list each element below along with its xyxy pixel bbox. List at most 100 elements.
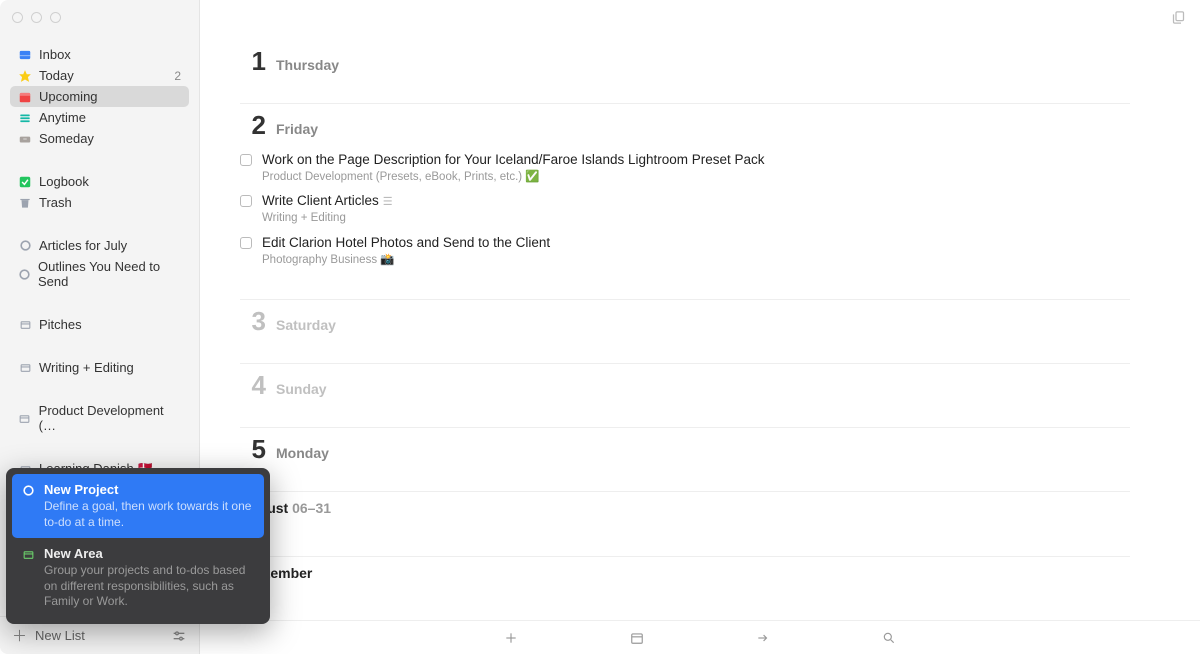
task-body: Work on the Page Description for Your Ic… xyxy=(262,151,765,184)
circle-icon xyxy=(22,484,36,530)
popup-item-desc: Define a goal, then work towards it one … xyxy=(44,499,254,530)
calendar-icon[interactable] xyxy=(629,630,645,646)
sidebar-item-today[interactable]: Today 2 xyxy=(10,65,189,86)
sidebar-item-writing-editing[interactable]: Writing + Editing xyxy=(10,357,189,378)
month-row[interactable]: September xyxy=(240,556,1130,581)
new-todo-icon[interactable] xyxy=(503,630,519,646)
zoom-dot[interactable] xyxy=(50,12,61,23)
task-row[interactable]: Work on the Page Description for Your Ic… xyxy=(240,149,1130,190)
sidebar-item-pitches[interactable]: Pitches xyxy=(10,314,189,335)
sidebar-item-trash[interactable]: Trash xyxy=(10,192,189,213)
day-row: 5 Monday xyxy=(240,427,1130,465)
day-row: 2 Friday xyxy=(240,103,1130,141)
sidebar-item-logbook[interactable]: Logbook xyxy=(10,171,189,192)
sidebar-smart-lists: Inbox Today 2 Upcoming Anytime Someday xyxy=(0,40,199,153)
popup-item-title: New Project xyxy=(44,482,254,497)
move-icon[interactable] xyxy=(755,630,771,646)
sidebar-item-label: Articles for July xyxy=(39,238,127,253)
stack-icon xyxy=(18,111,32,125)
task-checkbox[interactable] xyxy=(240,237,252,249)
sidebar-logbook-trash: Logbook Trash xyxy=(0,167,199,217)
search-icon[interactable] xyxy=(881,630,897,646)
sidebar-item-label: Inbox xyxy=(39,47,71,62)
check-icon xyxy=(18,175,32,189)
day-row: 3 Saturday xyxy=(240,299,1130,337)
day-number: 1 xyxy=(240,46,266,77)
task-checkbox[interactable] xyxy=(240,195,252,207)
sidebar-item-someday[interactable]: Someday xyxy=(10,128,189,149)
upcoming-content: 1 Thursday 2 Friday Work on the Page Descrip… xyxy=(200,0,1200,620)
task-title: Write Client Articles☰ xyxy=(262,192,393,210)
popup-item-desc: Group your projects and to-dos based on … xyxy=(44,563,254,610)
sidebar-item-label: Trash xyxy=(39,195,72,210)
new-list-button[interactable]: ＋ New List xyxy=(12,625,85,646)
sidebar-item-label: Outlines You Need to Send xyxy=(38,259,181,289)
task-checkbox[interactable] xyxy=(240,154,252,166)
task-body: Write Client Articles☰Writing + Editing xyxy=(262,192,393,225)
sidebar-item-label: Pitches xyxy=(39,317,82,332)
new-list-popup: New Project Define a goal, then work towa… xyxy=(6,468,270,624)
window-controls[interactable] xyxy=(12,12,61,23)
task-project: Product Development (Presets, eBook, Pri… xyxy=(262,170,765,185)
share-icon[interactable] xyxy=(1171,10,1186,25)
month-row[interactable]: August 06–31 xyxy=(240,491,1130,516)
day-name: Friday xyxy=(276,121,318,137)
box-icon xyxy=(18,411,32,425)
box-icon xyxy=(18,318,32,332)
drawer-icon xyxy=(18,132,32,146)
task-list: Work on the Page Description for Your Ic… xyxy=(240,149,1130,273)
sidebar-item-upcoming[interactable]: Upcoming xyxy=(10,86,189,107)
task-project: Writing + Editing xyxy=(262,211,393,226)
sidebar-item-articles-for-july[interactable]: Articles for July xyxy=(10,235,189,256)
day-number: 5 xyxy=(240,434,266,465)
day-name: Monday xyxy=(276,445,329,461)
popup-item-new-project[interactable]: New Project Define a goal, then work towa… xyxy=(12,474,264,538)
sidebar-item-label: Anytime xyxy=(39,110,86,125)
checklist-icon: ☰ xyxy=(383,196,393,208)
star-icon xyxy=(18,69,32,83)
sidebar-item-label: Someday xyxy=(39,131,94,146)
plus-icon: ＋ xyxy=(12,625,27,646)
box-icon xyxy=(22,548,36,610)
sidebar-item-inbox[interactable]: Inbox xyxy=(10,44,189,65)
sidebar-item-anytime[interactable]: Anytime xyxy=(10,107,189,128)
close-dot[interactable] xyxy=(12,12,23,23)
sidebar-item-label: Upcoming xyxy=(39,89,98,104)
day-row: 1 Thursday xyxy=(240,40,1130,77)
day-name: Thursday xyxy=(276,57,339,73)
task-title: Work on the Page Description for Your Ic… xyxy=(262,151,765,169)
settings-icon[interactable] xyxy=(171,628,187,644)
sidebar-projects-july: Articles for July Outlines You Need to Se… xyxy=(0,231,199,296)
trash-icon xyxy=(18,196,32,210)
day-row: 4 Sunday xyxy=(240,363,1130,401)
minimize-dot[interactable] xyxy=(31,12,42,23)
sidebar-area-pitches: Pitches xyxy=(0,310,199,339)
sidebar-item-label: Today xyxy=(39,68,74,83)
month-range: 06–31 xyxy=(292,500,331,516)
popup-item-new-area[interactable]: New Area Group your projects and to-dos b… xyxy=(12,538,264,618)
inbox-icon xyxy=(18,48,32,62)
task-row[interactable]: Edit Clarion Hotel Photos and Send to th… xyxy=(240,232,1130,273)
task-body: Edit Clarion Hotel Photos and Send to th… xyxy=(262,234,550,267)
new-list-label: New List xyxy=(35,628,85,643)
day-name: Saturday xyxy=(276,317,336,333)
task-row[interactable]: Write Client Articles☰Writing + Editing xyxy=(240,190,1130,231)
day-number: 2 xyxy=(240,110,266,141)
sidebar-item-outlines-you-need-to-send[interactable]: Outlines You Need to Send xyxy=(10,256,189,292)
day-number: 4 xyxy=(240,370,266,401)
day-name: Sunday xyxy=(276,381,327,397)
sidebar-item-count: 2 xyxy=(174,69,181,83)
box-icon xyxy=(18,361,32,375)
sidebar-item-label: Logbook xyxy=(39,174,89,189)
day-number: 3 xyxy=(240,306,266,337)
task-project: Photography Business 📸 xyxy=(262,253,550,268)
popup-item-title: New Area xyxy=(44,546,254,561)
sidebar-area-product: Product Development (… xyxy=(0,396,199,440)
main-area: 1 Thursday 2 Friday Work on the Page Descrip… xyxy=(200,0,1200,654)
sidebar-area-writing: Writing + Editing xyxy=(0,353,199,382)
task-title: Edit Clarion Hotel Photos and Send to th… xyxy=(262,234,550,252)
sidebar-item-product-development[interactable]: Product Development (… xyxy=(10,400,189,436)
calendar-icon xyxy=(18,90,32,104)
bottom-toolbar xyxy=(200,620,1200,654)
circle-icon xyxy=(18,239,32,253)
